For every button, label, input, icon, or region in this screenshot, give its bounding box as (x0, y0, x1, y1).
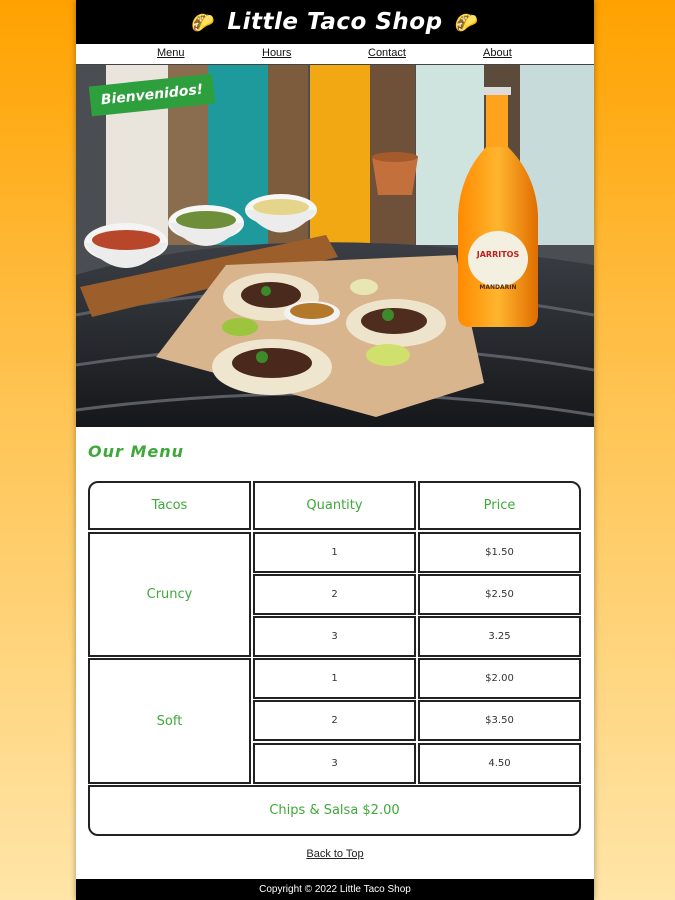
quantity-cell: 1 (253, 532, 416, 573)
table-header-price: Price (418, 481, 581, 530)
table-header-quantity: Quantity (253, 481, 416, 530)
nav-link-about[interactable]: About (483, 47, 512, 59)
price-cell: $3.50 (418, 700, 581, 741)
site-title: Little Taco Shop (227, 9, 443, 35)
site-footer: Copyright © 2022 Little Taco Shop (76, 879, 594, 900)
taco-icon: 🌮 (191, 11, 216, 34)
page-container: 🌮 Little Taco Shop 🌮 Menu Hours Contact … (76, 0, 594, 900)
taco-icon: 🌮 (454, 11, 479, 34)
quantity-cell: 3 (253, 616, 416, 657)
price-cell: 4.50 (418, 743, 581, 784)
taco-type-cell: Cruncy (88, 532, 251, 657)
quantity-cell: 3 (253, 743, 416, 784)
nav-link-menu[interactable]: Menu (157, 47, 185, 59)
quantity-cell: 2 (253, 700, 416, 741)
bottle-label-brand: JARRITOS (476, 250, 520, 259)
taco-type-cell: Soft (88, 658, 251, 784)
taco-photo: JARRITOS MANDARIN (76, 65, 594, 427)
back-to-top-link[interactable]: Back to Top (306, 848, 363, 860)
price-cell: $2.50 (418, 574, 581, 615)
price-cell: $2.00 (418, 658, 581, 699)
nav-link-contact[interactable]: Contact (368, 47, 406, 59)
quantity-cell: 1 (253, 658, 416, 699)
table-header-tacos: Tacos (88, 481, 251, 530)
price-cell: 3.25 (418, 616, 581, 657)
hero-image: JARRITOS MANDARIN Bienvenidos! (76, 65, 594, 427)
menu-table: Tacos Quantity Price Cruncy 1 $1.50 2 $2… (88, 481, 581, 836)
chips-salsa-row: Chips & Salsa $2.00 (88, 785, 581, 836)
bottle-label-flavor: MANDARIN (479, 284, 516, 291)
nav-link-hours[interactable]: Hours (262, 47, 291, 59)
price-cell: $1.50 (418, 532, 581, 573)
site-header: 🌮 Little Taco Shop 🌮 (76, 0, 594, 44)
back-to-top-wrapper: Back to Top (76, 848, 594, 860)
quantity-cell: 2 (253, 574, 416, 615)
main-nav: Menu Hours Contact About (76, 44, 594, 65)
menu-title: Our Menu (88, 442, 185, 461)
